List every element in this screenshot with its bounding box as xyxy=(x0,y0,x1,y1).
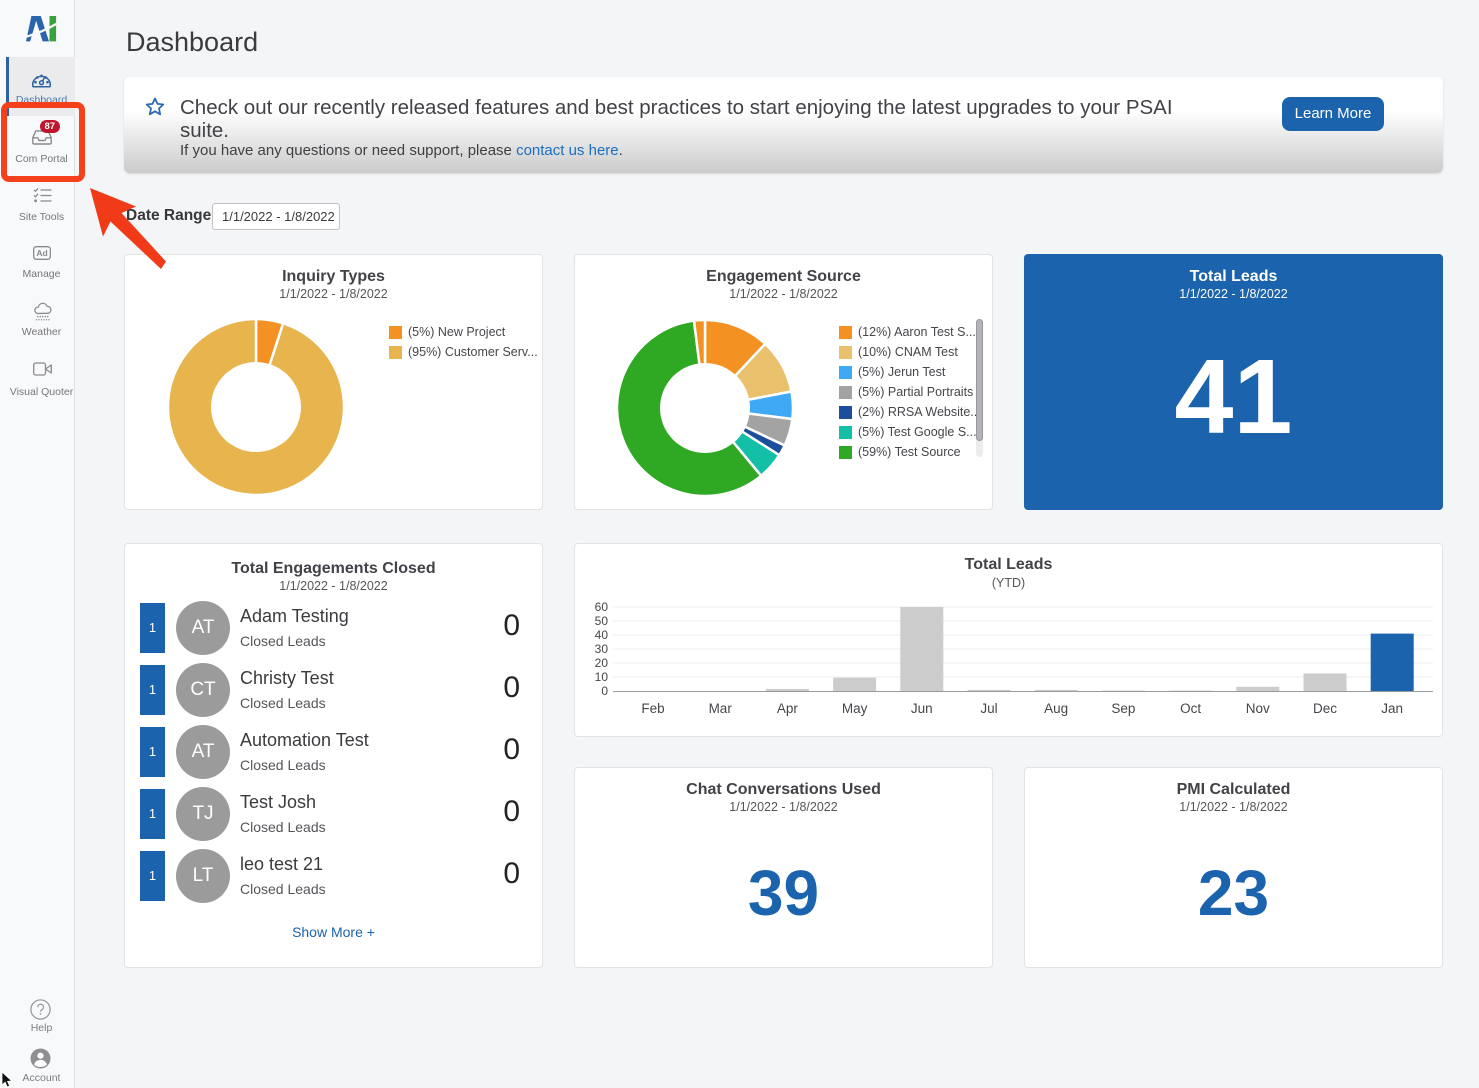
svg-text:50: 50 xyxy=(595,614,609,628)
svg-text:20: 20 xyxy=(595,656,609,670)
svg-text:Mar: Mar xyxy=(709,701,733,716)
svg-text:10: 10 xyxy=(595,670,609,684)
svg-text:May: May xyxy=(842,701,868,716)
svg-text:Feb: Feb xyxy=(641,701,664,716)
svg-text:Ad: Ad xyxy=(36,248,47,258)
svg-text:Jul: Jul xyxy=(980,701,997,716)
svg-text:Jan: Jan xyxy=(1381,701,1403,716)
svg-text:60: 60 xyxy=(595,600,609,614)
svg-text:Apr: Apr xyxy=(777,701,799,716)
svg-text:0: 0 xyxy=(601,684,608,698)
svg-text:Dec: Dec xyxy=(1313,701,1337,716)
svg-text:30: 30 xyxy=(595,642,609,656)
svg-text:40: 40 xyxy=(595,628,609,642)
svg-text:Oct: Oct xyxy=(1180,701,1201,716)
svg-text:Nov: Nov xyxy=(1246,701,1270,716)
svg-text:Aug: Aug xyxy=(1044,701,1068,716)
svg-text:Sep: Sep xyxy=(1111,701,1135,716)
svg-text:Jun: Jun xyxy=(911,701,933,716)
